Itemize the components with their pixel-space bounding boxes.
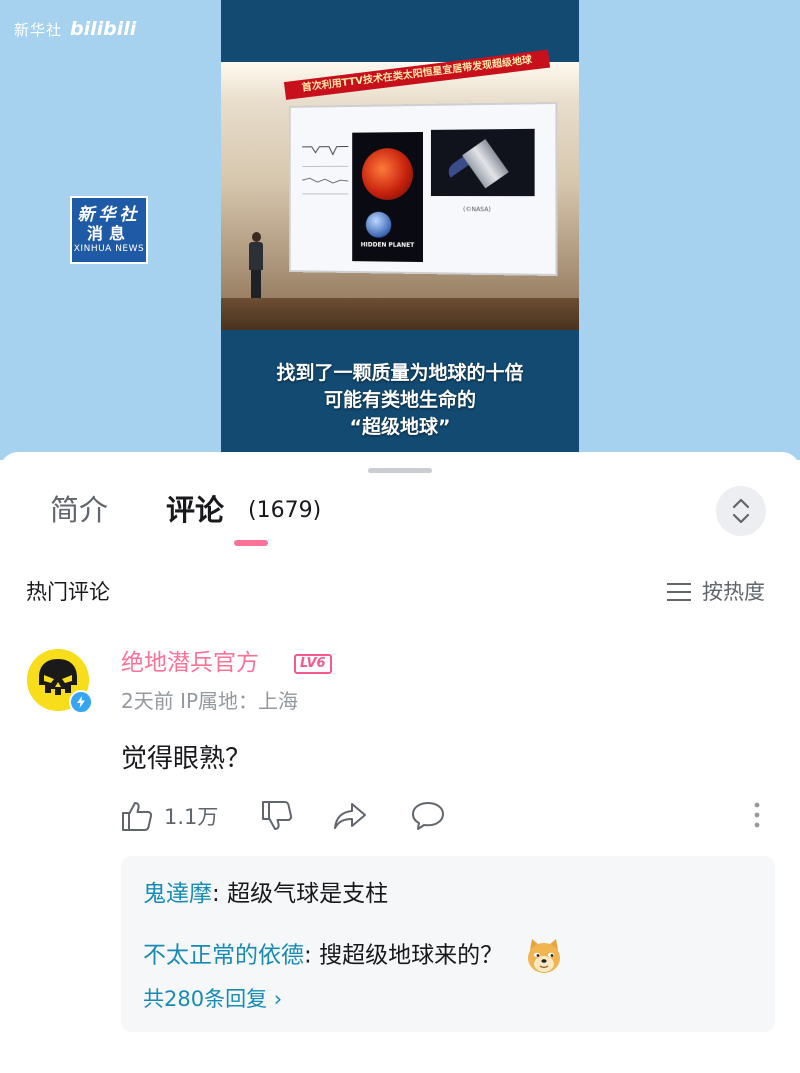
- nasa-caption: (©NASA): [463, 206, 491, 214]
- red-star-image: [361, 148, 414, 200]
- sort-label: 按热度: [702, 580, 765, 604]
- hot-comments-heading: 热门评论: [26, 580, 110, 604]
- reply-preview-box[interactable]: 鬼達摩: 超级气球是支柱 不太正常的依德: 搜超级地球来的？ 共280条回复 ›: [121, 856, 775, 1032]
- comment-meta: 2天前 IP属地：上海: [121, 689, 299, 713]
- share-button[interactable]: [332, 800, 368, 832]
- sort-button[interactable]: 按热度: [666, 578, 765, 606]
- reply-author[interactable]: 鬼達摩: [143, 881, 212, 907]
- space-telescope-image: [430, 128, 535, 197]
- light-curve-graph: [300, 137, 350, 206]
- comment-count: (1679): [248, 498, 322, 523]
- lightning-icon: [77, 696, 85, 708]
- speaker-figure: [249, 232, 263, 302]
- logo-text-line3: XINHUA NEWS: [73, 243, 145, 254]
- tab-intro[interactable]: 简介: [50, 492, 108, 528]
- drag-handle[interactable]: [368, 468, 432, 473]
- dislike-button[interactable]: [260, 800, 294, 832]
- comment-username[interactable]: 绝地潜兵官方: [121, 648, 259, 678]
- comments-panel: 简介 评论 (1679) 热门评论 按热度 绝地潜兵官方 LV6 2天前 IP属…: [0, 452, 800, 1073]
- expand-collapse-button[interactable]: [716, 486, 766, 536]
- xinhua-news-logo: 新华社 消息 XINHUA NEWS: [70, 196, 148, 264]
- video-frame[interactable]: 首次利用TTV技术在类太阳恒星宜居带发现超级地球 HIDDEN PLANET (…: [221, 0, 579, 452]
- projection-screen: HIDDEN PLANET (©NASA): [290, 104, 556, 274]
- subtitle-line-1: 找到了一颗质量为地球的十倍: [276, 362, 524, 384]
- bilibili-watermark: bilibili: [70, 18, 137, 40]
- poster-title: HIDDEN PLANET: [360, 241, 415, 249]
- thumbs-down-icon: [262, 801, 293, 830]
- like-count: 1.1万: [164, 805, 219, 829]
- more-vertical-icon: [754, 802, 760, 828]
- verified-badge-icon: [69, 690, 93, 714]
- video-subtitle: 找到了一颗质量为地球的十倍 可能有类地生命的 “超级地球”: [221, 360, 579, 441]
- reply-text: 搜超级地球来的？: [319, 942, 504, 969]
- level-badge: LV6: [294, 654, 332, 674]
- reply-author[interactable]: 不太正常的依德: [143, 943, 304, 969]
- reply-item[interactable]: 鬼達摩: 超级气球是支柱: [143, 878, 388, 910]
- doge-emoji-icon: [528, 939, 561, 973]
- reply-item[interactable]: 不太正常的依德: 搜超级地球来的？: [143, 936, 564, 976]
- subtitle-line-2: 可能有类地生命的: [323, 389, 476, 411]
- comment-bubble-icon: [412, 802, 444, 830]
- sort-lines-icon: [667, 583, 691, 601]
- view-all-replies-link[interactable]: 共280条回复 ›: [143, 984, 282, 1014]
- subtitle-line-3: “超级地球”: [349, 416, 451, 438]
- logo-text-line2: 消息: [86, 223, 131, 243]
- tab-comments[interactable]: 评论: [166, 492, 224, 528]
- comment-actions: 1.1万: [120, 800, 780, 836]
- lecture-hall-scene: 首次利用TTV技术在类太阳恒星宜居带发现超级地球 HIDDEN PLANET (…: [221, 49, 579, 330]
- stage: [221, 298, 579, 330]
- reply-text: 超级气球是支柱: [227, 881, 389, 907]
- chevron-up-down-icon: [732, 498, 750, 524]
- active-tab-indicator: [234, 540, 268, 546]
- comment-text: 觉得眼熟？: [121, 744, 252, 774]
- reply-button[interactable]: [410, 800, 446, 832]
- hidden-planet-poster: HIDDEN PLANET: [352, 131, 423, 263]
- xinhua-watermark: 新华社: [14, 20, 63, 39]
- watermark: 新华社 bilibili: [14, 18, 136, 40]
- more-options-button[interactable]: [752, 800, 762, 830]
- thumbs-up-icon: [122, 802, 153, 831]
- logo-text-line1: 新华社: [77, 204, 141, 225]
- earth-image: [365, 211, 392, 238]
- share-arrow-icon: [334, 803, 366, 829]
- like-button[interactable]: 1.1万: [120, 800, 218, 832]
- video-player[interactable]: 新华社 bilibili 新华社 消息 XINHUA NEWS 首次利用TTV技…: [0, 0, 800, 460]
